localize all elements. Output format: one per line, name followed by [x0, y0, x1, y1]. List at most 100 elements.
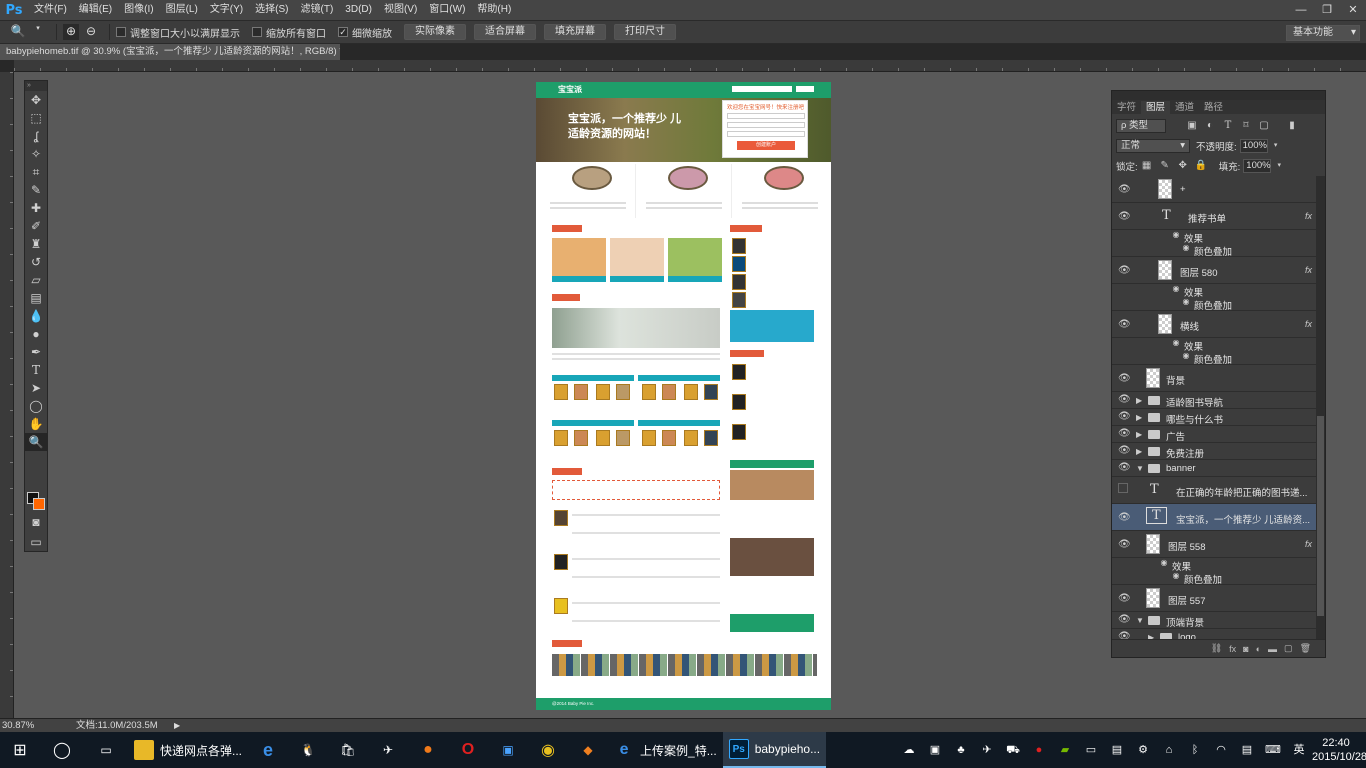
- effect-row[interactable]: ◉ 颜色叠加: [1112, 571, 1318, 586]
- image-filter-icon[interactable]: ▣: [1186, 120, 1198, 132]
- effects-row[interactable]: ◉ 效果: [1112, 558, 1318, 573]
- layer-group-row[interactable]: 👁 ▶ 哪些与什么书: [1112, 409, 1318, 426]
- taskbar-edge[interactable]: e: [248, 732, 288, 768]
- mask-icon[interactable]: ◙: [1243, 644, 1248, 654]
- eye-icon[interactable]: 👁: [1118, 373, 1131, 384]
- close-button[interactable]: ✕: [1340, 0, 1366, 20]
- pen-tool-icon[interactable]: ✒: [25, 343, 47, 361]
- blur-tool-icon[interactable]: 💧: [25, 307, 47, 325]
- effect-row[interactable]: ◉ 颜色叠加: [1112, 243, 1318, 258]
- layer-row[interactable]: 👁 图层 557: [1112, 585, 1318, 612]
- effect-eye-icon[interactable]: ◉: [1170, 230, 1182, 239]
- resize-windows-checkbox[interactable]: 调整窗口大小以满屏显示: [116, 25, 240, 40]
- eye-icon[interactable]: 👁: [1118, 411, 1131, 422]
- shape-filter-icon[interactable]: ⌑: [1240, 120, 1252, 132]
- eye-icon[interactable]: 👁: [1118, 462, 1131, 473]
- ellipse-tool-icon[interactable]: ◯: [25, 397, 47, 415]
- bluetooth-icon[interactable]: ᛒ: [1185, 740, 1205, 760]
- filter-toggle-icon[interactable]: ▮: [1286, 120, 1298, 132]
- eye-icon[interactable]: 👁: [1118, 184, 1131, 195]
- effects-row[interactable]: ◉ 效果: [1112, 338, 1318, 353]
- path-selection-tool-icon[interactable]: ➤: [25, 379, 47, 397]
- menu-type[interactable]: 文字(Y): [204, 0, 249, 20]
- effect-eye-icon[interactable]: ◉: [1180, 243, 1192, 252]
- link-icon[interactable]: ⛓: [1211, 643, 1222, 654]
- fit-screen-button[interactable]: 适合屏幕: [474, 24, 536, 40]
- lock-position-icon[interactable]: ✥: [1177, 160, 1189, 172]
- eyedropper-tool-icon[interactable]: ✎: [25, 181, 47, 199]
- opacity-input[interactable]: 100%: [1239, 139, 1268, 153]
- layer-kind-filter[interactable]: ρ 类型: [1116, 119, 1166, 133]
- eye-icon[interactable]: 👁: [1118, 394, 1131, 405]
- zoom-out-icon[interactable]: ⊖: [83, 24, 99, 40]
- vertical-ruler[interactable]: [0, 72, 14, 718]
- taskbar-firefox[interactable]: ●: [408, 732, 448, 768]
- lock-transparent-icon[interactable]: ▦: [1141, 160, 1153, 172]
- document-tab[interactable]: babypiehomeb.tif @ 30.9% (宝宝派，一个推荐少 儿适龄资…: [0, 44, 340, 60]
- tab-character[interactable]: 字符: [1112, 101, 1141, 114]
- effect-row[interactable]: ◉ 颜色叠加: [1112, 297, 1318, 312]
- wifi-icon[interactable]: ◠: [1211, 740, 1231, 760]
- menu-edit[interactable]: 编辑(E): [73, 0, 118, 20]
- effect-eye-icon[interactable]: ◉: [1180, 297, 1192, 306]
- new-group-icon[interactable]: ▬: [1268, 644, 1277, 654]
- action-center-icon[interactable]: ▤: [1237, 740, 1257, 760]
- blend-mode-select[interactable]: 正常 ▾: [1116, 139, 1190, 153]
- adjustment-filter-icon[interactable]: ◐: [1204, 120, 1216, 132]
- expand-arrow-icon[interactable]: ▶: [1136, 396, 1142, 405]
- search-button[interactable]: ◯: [40, 732, 84, 768]
- cloud-icon[interactable]: ☁: [899, 740, 919, 760]
- effect-eye-icon[interactable]: ◉: [1180, 351, 1192, 360]
- fx-icon[interactable]: fx: [1229, 644, 1236, 654]
- eye-icon[interactable]: 👁: [1118, 593, 1131, 604]
- menu-view[interactable]: 视图(V): [378, 0, 423, 20]
- quick-mask-icon[interactable]: ◙: [25, 513, 47, 531]
- layer-group-row[interactable]: 👁 ▶ 免费注册: [1112, 443, 1318, 460]
- layer-group-row[interactable]: 👁 ▼ 顶端背景: [1112, 612, 1318, 629]
- smart-object-filter-icon[interactable]: ▢: [1258, 120, 1270, 132]
- horizontal-ruler[interactable]: [14, 60, 1366, 72]
- toolbox-header[interactable]: »: [25, 81, 47, 91]
- taskbar-app-explorer[interactable]: 快递网点各弹...: [128, 732, 248, 768]
- layer-row[interactable]: 👁 背景: [1112, 365, 1318, 392]
- tab-paths[interactable]: 路径: [1199, 101, 1228, 114]
- taskbar-app[interactable]: ◆: [568, 732, 608, 768]
- type-tool-icon[interactable]: T: [25, 361, 47, 379]
- workspace-select[interactable]: 基本功能 ▾: [1286, 25, 1360, 41]
- menu-window[interactable]: 窗口(W): [423, 0, 471, 20]
- effects-row[interactable]: ◉ 效果: [1112, 230, 1318, 245]
- taskbar-store[interactable]: 🛍: [328, 732, 368, 768]
- zoom-level-field[interactable]: 30.87%: [2, 719, 42, 732]
- gradient-tool-icon[interactable]: ▤: [25, 289, 47, 307]
- effect-eye-icon[interactable]: ◉: [1170, 284, 1182, 293]
- screen-mode-icon[interactable]: ▭: [25, 533, 47, 551]
- minimize-button[interactable]: —: [1288, 0, 1314, 20]
- chevron-down-icon[interactable]: ▾: [1273, 160, 1285, 172]
- layer-group-row[interactable]: 👁 ▶ 适龄图书导航: [1112, 392, 1318, 409]
- layer-row[interactable]: 👁 T 推荐书单 fx: [1112, 203, 1318, 230]
- scrubby-zoom-checkbox[interactable]: ✓ 细微缩放: [338, 25, 392, 40]
- tray-app-icon[interactable]: ▣: [925, 740, 945, 760]
- marquee-tool-icon[interactable]: ⬚: [25, 109, 47, 127]
- taskbar-app-ie[interactable]: e 上传案例_特...: [608, 732, 723, 768]
- taskbar-qq[interactable]: 🐧: [288, 732, 328, 768]
- chevron-right-icon[interactable]: ▶: [174, 719, 180, 732]
- panel-topbar[interactable]: [1112, 91, 1325, 100]
- fx-icon[interactable]: fx: [1305, 265, 1312, 275]
- tray-app-icon[interactable]: ●: [1029, 740, 1049, 760]
- clock[interactable]: 22:40 2015/10/28: [1312, 736, 1366, 764]
- taskbar-app[interactable]: ▣: [488, 732, 528, 768]
- taskbar-chrome[interactable]: ◉: [528, 732, 568, 768]
- collapse-arrow-icon[interactable]: ▼: [1136, 616, 1144, 625]
- fill-screen-button[interactable]: 填充屏幕: [544, 24, 606, 40]
- tray-app-icon[interactable]: ✈: [977, 740, 997, 760]
- layer-group-row[interactable]: 👁 ▶ 广告: [1112, 426, 1318, 443]
- zoom-tool-icon[interactable]: 🔍: [25, 433, 47, 451]
- fx-icon[interactable]: fx: [1305, 539, 1312, 549]
- scrollbar-thumb[interactable]: [1317, 416, 1324, 616]
- trash-icon[interactable]: 🗑: [1300, 643, 1311, 654]
- adjustment-icon[interactable]: ◐: [1256, 644, 1261, 654]
- zoom-all-windows-checkbox[interactable]: 缩放所有窗口: [252, 25, 326, 40]
- tray-app-icon[interactable]: ♣: [951, 740, 971, 760]
- menu-file[interactable]: 文件(F): [28, 0, 73, 20]
